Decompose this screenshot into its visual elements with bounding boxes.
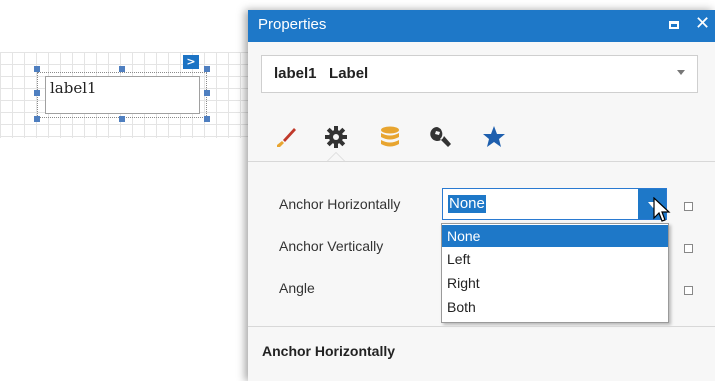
property-marker-anchor-vertically[interactable]	[684, 244, 693, 253]
star-icon[interactable]	[480, 123, 508, 151]
chevron-right-icon: >	[186, 55, 196, 68]
resize-handle-top-middle[interactable]	[119, 66, 125, 72]
chevron-down-icon[interactable]	[677, 70, 685, 75]
close-icon[interactable]: ✕	[695, 13, 710, 34]
resize-handle-middle-left[interactable]	[34, 90, 40, 96]
dropdown-option-none[interactable]: None	[442, 225, 668, 247]
anchor-options-dropdown[interactable]: None Left Right Both	[441, 223, 669, 323]
panel-title: Properties	[258, 16, 327, 33]
resize-handle-top-left[interactable]	[34, 66, 40, 72]
object-selector-value: label1 Label	[274, 65, 368, 82]
property-marker-angle[interactable]	[684, 286, 693, 295]
object-selector-combobox[interactable]: label1 Label	[261, 55, 698, 93]
properties-title-bar[interactable]: Properties ✕	[248, 10, 715, 42]
paintbrush-icon[interactable]	[272, 123, 300, 151]
object-name: label1	[274, 65, 317, 82]
property-label-anchor-vertically: Anchor Vertically	[279, 238, 384, 254]
object-type: Label	[329, 65, 369, 82]
editor-value[interactable]: None	[448, 195, 486, 213]
property-description-title: Anchor Horizontally	[262, 343, 396, 359]
resize-handle-bottom-middle[interactable]	[119, 116, 125, 122]
property-label-angle: Angle	[279, 280, 315, 296]
maximize-icon[interactable]	[669, 21, 679, 29]
tabs-divider	[248, 161, 715, 162]
gear-icon[interactable]	[322, 123, 350, 151]
database-icon[interactable]	[376, 123, 404, 151]
properties-panel: Properties ✕ label1 Label Anchor Horizon…	[248, 10, 715, 381]
property-marker-anchor-horizontally[interactable]	[684, 202, 693, 211]
mouse-cursor-icon	[653, 197, 671, 222]
resize-handle-top-right[interactable]	[204, 66, 210, 72]
property-label-anchor-horizontally: Anchor Horizontally	[279, 196, 401, 212]
label-control-text: label1	[50, 79, 97, 97]
resize-handle-bottom-right[interactable]	[204, 116, 210, 122]
dropdown-option-left[interactable]: Left	[442, 248, 668, 270]
description-divider	[248, 326, 715, 327]
wrench-icon[interactable]	[428, 123, 456, 151]
dropdown-option-both[interactable]: Both	[442, 296, 668, 318]
smart-tag-button[interactable]: >	[183, 55, 199, 69]
resize-handle-bottom-left[interactable]	[34, 116, 40, 122]
dropdown-option-right[interactable]: Right	[442, 272, 668, 294]
resize-handle-middle-right[interactable]	[204, 90, 210, 96]
selected-tab-indicator-fill	[328, 153, 344, 161]
anchor-horizontally-editor[interactable]: None	[442, 188, 667, 220]
